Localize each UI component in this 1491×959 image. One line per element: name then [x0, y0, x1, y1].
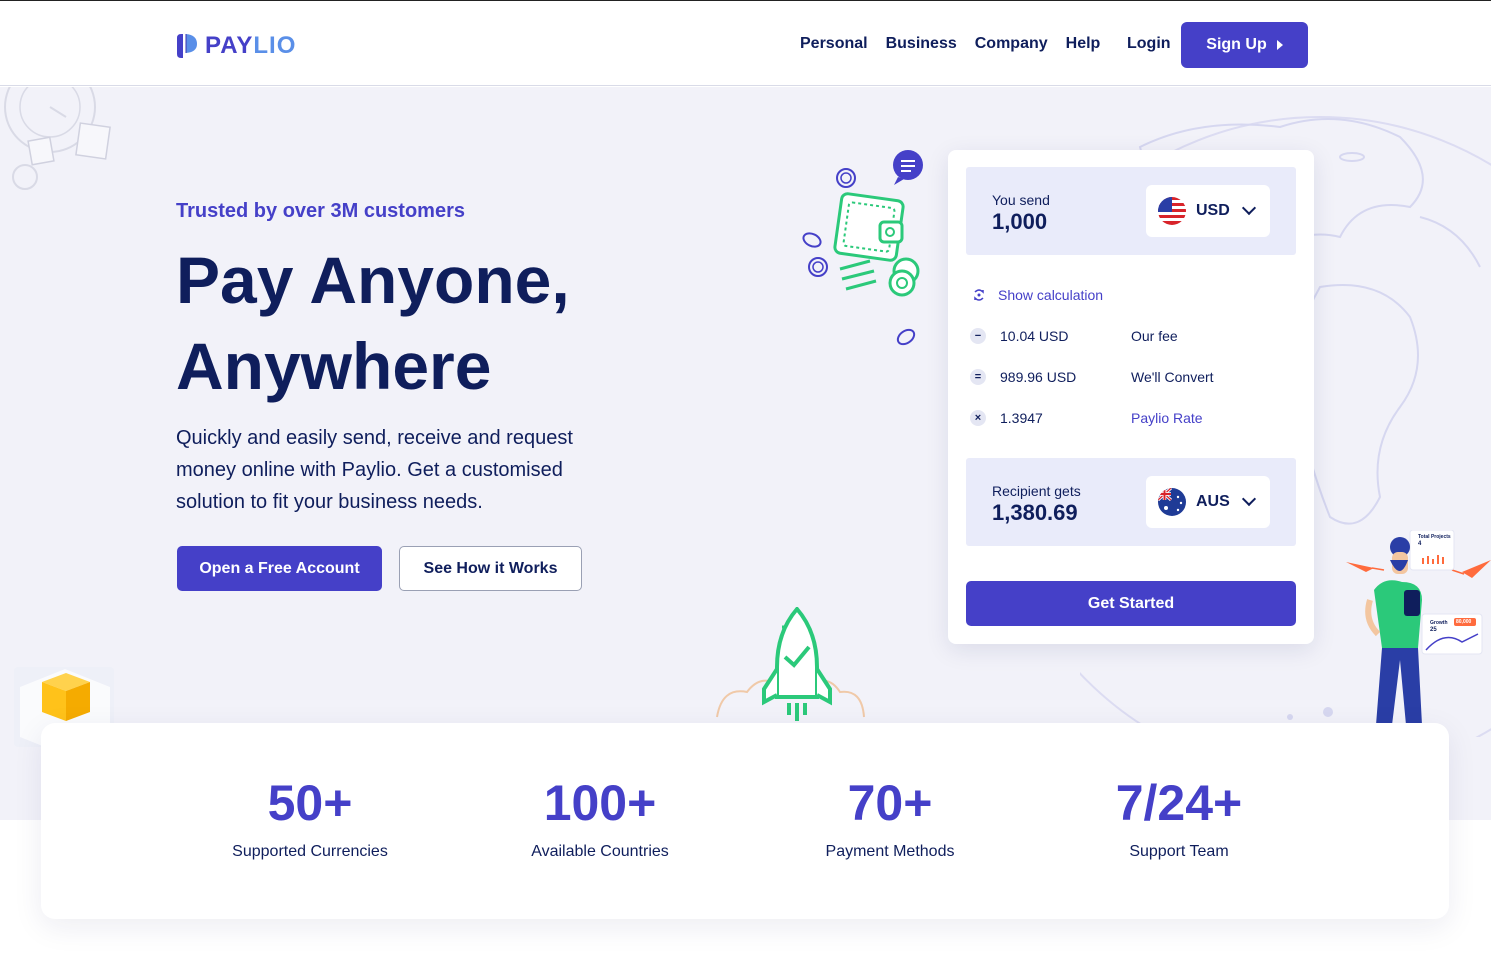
wallet-coins-illustration	[802, 150, 923, 346]
total-projects-value: 4	[1418, 541, 1422, 547]
send-currency-select[interactable]: USD	[1146, 185, 1270, 237]
convert-row: = 989.96 USD We'll Convert	[970, 369, 1214, 385]
stat-number: 70+	[847, 775, 933, 831]
nav-business[interactable]: Business	[886, 35, 957, 53]
send-amount-box: You send 1,000 USD	[966, 167, 1296, 255]
stat-label: Available Countries	[531, 843, 669, 860]
stats-panel: 50+ Supported Currencies 100+ Available …	[41, 723, 1449, 919]
equals-icon: =	[970, 369, 986, 385]
see-how-it-works-button[interactable]: See How it Works	[399, 546, 582, 591]
growth-label: Growth	[1430, 620, 1448, 626]
signup-button[interactable]: Sign Up	[1181, 22, 1308, 68]
receive-amount-value: 1,380.69	[992, 500, 1078, 525]
send-label: You send	[992, 192, 1050, 208]
person-figure	[1346, 530, 1491, 725]
rocket-illustration	[716, 607, 865, 721]
get-started-button[interactable]: Get Started	[966, 581, 1296, 626]
nav-help[interactable]: Help	[1066, 35, 1101, 53]
fee-label: Our fee	[1131, 328, 1178, 344]
receive-label: Recipient gets	[992, 483, 1081, 499]
hero-title: Pay Anyone, Anywhere	[176, 237, 696, 409]
send-amount-input[interactable]: 1,000	[992, 209, 1047, 235]
hero-title-line-1: Pay Anyone,	[176, 243, 570, 317]
stat-number: 50+	[267, 775, 353, 831]
show-calculation-toggle[interactable]: Show calculation	[972, 287, 1103, 303]
stat-label: Payment Methods	[825, 843, 955, 860]
paylio-wordmark: PAYLIO	[205, 32, 297, 59]
hero-description: Quickly and easily send, receive and req…	[176, 427, 573, 513]
stat-label: Support Team	[1129, 843, 1229, 860]
australia-flag-icon	[1158, 488, 1186, 516]
convert-label: We'll Convert	[1131, 369, 1214, 385]
stat-payment-methods: 70+ Payment Methods	[760, 775, 1020, 861]
signup-label: Sign Up	[1206, 36, 1267, 53]
stat-support: 7/24+ Support Team	[1049, 775, 1309, 861]
show-calculation-label: Show calculation	[998, 287, 1104, 303]
nav-personal[interactable]: Personal	[800, 35, 868, 53]
main-nav: Personal Business Company Help	[800, 35, 1100, 53]
nav-company[interactable]: Company	[975, 35, 1048, 53]
stat-label: Supported Currencies	[232, 843, 388, 860]
receive-amount-box: Recipient gets 1,380.69 AUS	[966, 458, 1296, 546]
receive-currency-code: AUS	[1196, 493, 1230, 510]
chevron-down-icon	[1241, 200, 1257, 216]
multiply-icon: ×	[970, 410, 986, 426]
trusted-tagline: Trusted by over 3M customers	[176, 200, 465, 222]
paylio-logo[interactable]: PAYLIO	[175, 32, 296, 60]
receive-currency-select[interactable]: AUS	[1146, 476, 1270, 528]
open-account-button[interactable]: Open a Free Account	[177, 546, 382, 591]
rate-row: × 1.3947 Paylio Rate	[970, 410, 1203, 426]
stat-currencies: 50+ Supported Currencies	[180, 775, 440, 861]
stat-countries: 100+ Available Countries	[470, 775, 730, 861]
hero-title-line-2: Anywhere	[176, 329, 492, 403]
hero-section: Trusted by over 3M customers Pay Anyone,…	[0, 87, 1491, 820]
stat-number: 100+	[543, 775, 657, 831]
paylio-rate-link[interactable]: Paylio Rate	[1131, 410, 1203, 426]
fee-value: 10.04 USD	[1000, 328, 1069, 344]
site-header: PAYLIO Personal Business Company Help Lo…	[0, 0, 1491, 86]
total-projects-label: Total Projects	[1418, 534, 1451, 540]
paylio-logo-icon	[177, 34, 197, 58]
stat-number: 7/24+	[1115, 775, 1243, 831]
clock-documents-illustration	[4, 87, 111, 190]
refresh-calculation-icon	[974, 289, 984, 301]
fee-row: − 10.04 USD Our fee	[970, 328, 1178, 344]
growth-badge: 80,000	[1456, 619, 1472, 625]
us-flag-icon	[1158, 197, 1186, 225]
rate-value: 1.3947	[1000, 410, 1043, 426]
chevron-down-icon	[1241, 491, 1257, 507]
currency-converter-card: You send 1,000 USD Show calculation − 10…	[948, 150, 1314, 644]
login-link[interactable]: Login	[1127, 35, 1171, 53]
caret-right-icon	[1276, 40, 1283, 50]
send-currency-code: USD	[1196, 202, 1230, 219]
convert-value: 989.96 USD	[1000, 369, 1077, 385]
minus-icon: −	[970, 328, 986, 344]
growth-value: 25	[1430, 627, 1437, 633]
